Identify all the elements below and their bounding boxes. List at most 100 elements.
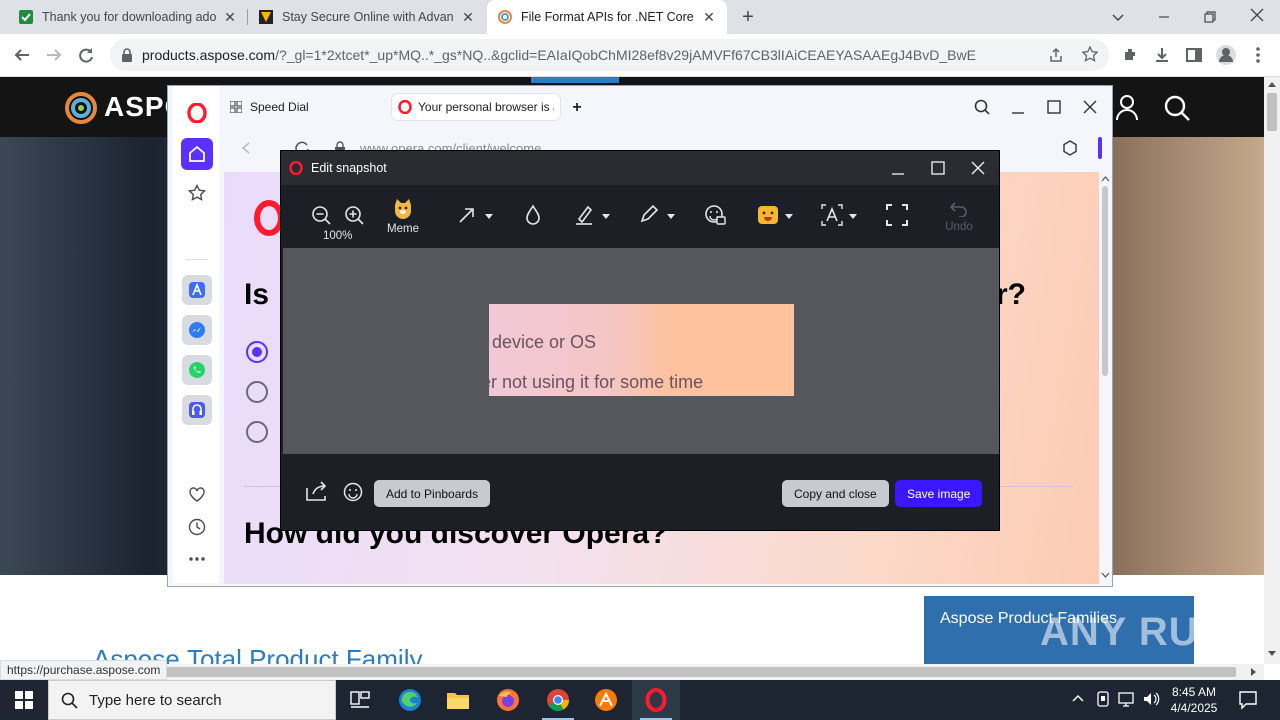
sticker-icon[interactable] xyxy=(757,204,779,226)
copy-and-close-button[interactable]: Copy and close xyxy=(782,480,889,507)
bookmark-star-icon[interactable] xyxy=(1082,46,1098,62)
taskbar-clock[interactable]: 8:45 AM 4/4/2025 xyxy=(1166,684,1222,716)
side-panel-icon[interactable] xyxy=(1180,41,1208,69)
messenger-icon[interactable] xyxy=(182,315,212,345)
opera-close-icon[interactable] xyxy=(1082,99,1098,115)
notifications-icon[interactable] xyxy=(1238,690,1258,710)
tray-device-icon[interactable] xyxy=(1096,691,1110,707)
more-dots-icon[interactable] xyxy=(184,546,210,572)
chevron-down-icon[interactable] xyxy=(785,214,793,219)
tab-close-icon[interactable]: ✕ xyxy=(460,9,476,25)
home-icon[interactable] xyxy=(181,138,213,170)
snapshot-minimize-icon[interactable] xyxy=(891,161,905,175)
share-icon[interactable] xyxy=(305,480,329,502)
opera-logo-icon[interactable] xyxy=(184,100,210,126)
survey-radio-3[interactable] xyxy=(246,421,268,443)
undo-tool[interactable]: Undo xyxy=(941,185,977,247)
edge-app[interactable] xyxy=(386,680,434,720)
emoji-icon[interactable] xyxy=(343,482,363,502)
text-tool-icon[interactable] xyxy=(821,204,843,226)
reload-icon[interactable] xyxy=(72,41,100,69)
chrome-tab-stay-secure[interactable]: Stay Secure Online with Advanc ✕ xyxy=(248,0,486,34)
scroll-down-icon[interactable] xyxy=(1101,572,1110,578)
firefox-app[interactable] xyxy=(484,680,532,720)
minimize-icon[interactable] xyxy=(1156,9,1172,25)
user-icon[interactable] xyxy=(1116,95,1138,121)
page-horizontal-scrollbar[interactable] xyxy=(0,664,1264,680)
survey-radio-1[interactable] xyxy=(246,341,268,363)
search-icon[interactable] xyxy=(1164,95,1190,121)
zoom-in-icon[interactable] xyxy=(344,205,364,225)
opera-extensions-icon[interactable] xyxy=(1062,140,1078,156)
chevron-down-icon[interactable] xyxy=(602,214,610,219)
opera-maximize-icon[interactable] xyxy=(1046,99,1062,115)
add-to-pinboards-button[interactable]: Add to Pinboards xyxy=(374,480,491,507)
chrome-app[interactable] xyxy=(534,680,582,720)
music-player-icon[interactable] xyxy=(182,395,212,425)
tab-close-icon[interactable]: ✕ xyxy=(701,9,717,25)
meme-tool[interactable]: Meme xyxy=(385,185,421,247)
opera-tab-speed-dial[interactable]: Speed Dial xyxy=(224,94,384,120)
crop-icon[interactable] xyxy=(886,204,908,226)
pinboards-star-icon[interactable] xyxy=(184,180,210,206)
file-explorer-app[interactable] xyxy=(434,680,482,720)
chrome-menu-icon[interactable] xyxy=(1244,41,1272,69)
task-view-button[interactable] xyxy=(336,680,384,720)
tray-chevron-up-icon[interactable] xyxy=(1072,693,1084,703)
tab-close-icon[interactable]: ✕ xyxy=(222,9,238,25)
scroll-down-icon[interactable] xyxy=(1268,651,1276,657)
opera-search-icon[interactable] xyxy=(974,99,990,115)
tab-search-icon[interactable] xyxy=(1110,9,1126,25)
horizontal-scroll-thumb[interactable] xyxy=(14,667,1236,677)
emoji-add-icon[interactable] xyxy=(704,204,726,226)
profile-avatar-icon[interactable] xyxy=(1212,41,1240,69)
restore-icon[interactable] xyxy=(1202,9,1218,25)
snapshot-canvas[interactable]: r device or OS er not using it for some … xyxy=(283,248,999,454)
zoom-out-icon[interactable] xyxy=(311,205,331,225)
download-icon[interactable] xyxy=(1148,41,1176,69)
chevron-down-icon[interactable] xyxy=(849,214,857,219)
opera-app[interactable] xyxy=(632,680,680,720)
scroll-up-icon[interactable] xyxy=(1268,81,1276,87)
pencil-icon[interactable] xyxy=(639,204,659,224)
aspose-logo-icon[interactable] xyxy=(64,91,98,125)
back-icon[interactable] xyxy=(8,41,36,69)
opera-scroll-thumb[interactable] xyxy=(1102,186,1108,376)
new-tab-button[interactable]: + xyxy=(738,6,758,28)
address-bar[interactable]: products.aspose.com/?_gl=1*2xtcet*_up*MQ… xyxy=(110,39,1109,71)
avast-app[interactable] xyxy=(582,680,630,720)
survey-radio-2[interactable] xyxy=(246,381,268,403)
opera-scrollbar[interactable] xyxy=(1099,172,1112,584)
snapshot-image[interactable]: r device or OS er not using it for some … xyxy=(489,304,794,396)
chevron-down-icon[interactable] xyxy=(667,214,675,219)
blur-drop-icon[interactable] xyxy=(525,204,541,226)
chrome-tab-aspose[interactable]: File Format APIs for .NET Core, J ✕ xyxy=(487,0,727,34)
history-clock-icon[interactable] xyxy=(184,514,210,540)
close-window-icon[interactable] xyxy=(1249,7,1265,23)
snapshot-maximize-icon[interactable] xyxy=(931,161,945,175)
vertical-scroll-thumb[interactable] xyxy=(1267,93,1277,131)
highlighter-icon[interactable] xyxy=(574,204,594,226)
whatsapp-icon[interactable] xyxy=(182,355,212,385)
chrome-tab-thank-you[interactable]: Thank you for downloading ado ✕ xyxy=(8,0,248,34)
heart-icon[interactable] xyxy=(184,482,210,508)
start-button[interactable] xyxy=(0,680,48,720)
opera-tab-welcome[interactable]: Your personal browser is a xyxy=(392,94,560,120)
scroll-up-icon[interactable] xyxy=(1101,176,1110,182)
share-icon[interactable] xyxy=(1048,47,1064,63)
opera-minimize-icon[interactable] xyxy=(1010,99,1026,115)
opera-back-icon[interactable] xyxy=(240,141,252,155)
extensions-icon[interactable] xyxy=(1116,41,1144,69)
scroll-right-icon[interactable] xyxy=(1251,668,1257,676)
taskbar-search-box[interactable]: Type here to search xyxy=(48,680,336,720)
page-vertical-scrollbar[interactable] xyxy=(1264,77,1280,664)
volume-icon[interactable] xyxy=(1142,691,1160,707)
snapshot-close-icon[interactable] xyxy=(971,161,985,175)
lock-icon[interactable] xyxy=(120,47,134,63)
chevron-down-icon[interactable] xyxy=(485,214,493,219)
arrow-tool-icon[interactable] xyxy=(457,205,477,225)
aria-icon[interactable] xyxy=(182,275,212,305)
forward-icon[interactable] xyxy=(40,41,68,69)
network-icon[interactable] xyxy=(1118,691,1136,707)
opera-sidebar-toggle[interactable] xyxy=(1098,137,1102,159)
